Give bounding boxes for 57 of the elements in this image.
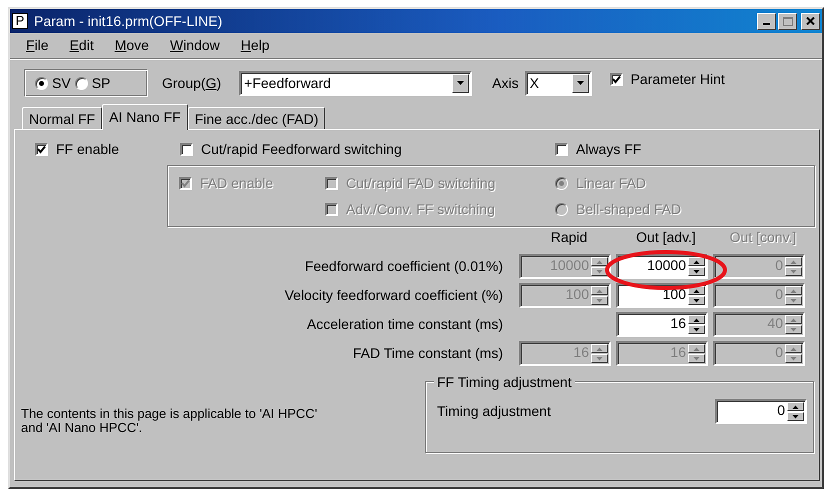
menu-item[interactable]: Move — [106, 35, 157, 56]
column-header: Rapid — [550, 230, 588, 245]
spin-field[interactable]: 10000 — [616, 254, 708, 279]
checkbox-label: FF enable — [56, 140, 120, 159]
minimize-button[interactable] — [757, 12, 776, 30]
tab[interactable]: Fine acc./dec (FAD) — [188, 107, 326, 129]
app-icon: P — [12, 13, 28, 29]
tab[interactable]: AI Nano FF — [102, 104, 188, 130]
parameter-label: Acceleration time constant (ms) — [306, 315, 504, 334]
tab[interactable]: Normal FF — [22, 107, 102, 129]
radio-label: SV — [52, 74, 71, 92]
check-icon — [181, 178, 190, 188]
spin-field[interactable]: 0 — [715, 399, 807, 424]
checkbox[interactable] — [180, 143, 193, 156]
checkbox-label: Always FF — [576, 140, 642, 159]
column-header: Out [conv.] — [728, 230, 798, 245]
checkbox-label: FAD enable — [200, 174, 274, 192]
field-label: Timing adjustment — [437, 402, 551, 421]
group-label: Group(G) — [162, 74, 222, 93]
checkbox-label: Cut/rapid Feedforward switching — [201, 140, 402, 159]
axis-label: Axis — [492, 74, 519, 92]
parameter-label: Feedforward coefficient (0.01%) — [304, 257, 504, 276]
maximize-button[interactable] — [778, 12, 797, 30]
close-icon — [806, 17, 815, 25]
checkbox-label: Adv./Conv. FF switching — [346, 200, 495, 219]
spin-field[interactable]: 16 — [616, 312, 708, 337]
radio-label: SP — [92, 74, 110, 92]
check-icon — [612, 74, 621, 84]
checkbox-label: Parameter Hint — [630, 70, 725, 88]
checkbox[interactable] — [555, 143, 568, 156]
spin-buttons[interactable] — [688, 257, 705, 276]
spin-buttons[interactable] — [688, 286, 705, 305]
window-title: Param - init16.prm(OFF-LINE) — [34, 12, 222, 31]
axis-dropdown[interactable]: X — [524, 70, 592, 96]
menu-item[interactable]: Edit — [62, 35, 102, 56]
menu-item[interactable]: Window — [162, 35, 228, 56]
maximize-icon — [782, 16, 792, 26]
group-dropdown[interactable]: +Feedforward — [239, 70, 472, 96]
column-header: Out [adv.] — [635, 230, 697, 245]
check-icon — [37, 145, 46, 154]
checkbox[interactable] — [35, 143, 48, 156]
spin-buttons[interactable] — [688, 315, 705, 334]
radio-button[interactable] — [74, 76, 88, 90]
radio-label: Bell-shaped FAD — [576, 200, 682, 219]
checkbox[interactable] — [610, 72, 623, 86]
caret-icon — [576, 81, 584, 85]
parameter-label: FAD Time constant (ms) — [352, 344, 504, 363]
caret-icon — [457, 81, 464, 85]
radio-label: Linear FAD — [576, 174, 646, 192]
close-button[interactable] — [801, 12, 820, 30]
parameter-label: Velocity feedforward coefficient (%) — [284, 286, 504, 305]
checkbox-label: Cut/rapid FAD switching — [346, 174, 496, 193]
menu-item[interactable]: Help — [232, 35, 278, 56]
radio-button[interactable] — [35, 76, 48, 90]
info-note: The contents in this page is applicable to 'AI HPCC' and 'AI Nano HPCC'. — [21, 407, 318, 437]
menu-item[interactable]: File — [18, 35, 57, 56]
spin-buttons[interactable] — [787, 402, 804, 421]
